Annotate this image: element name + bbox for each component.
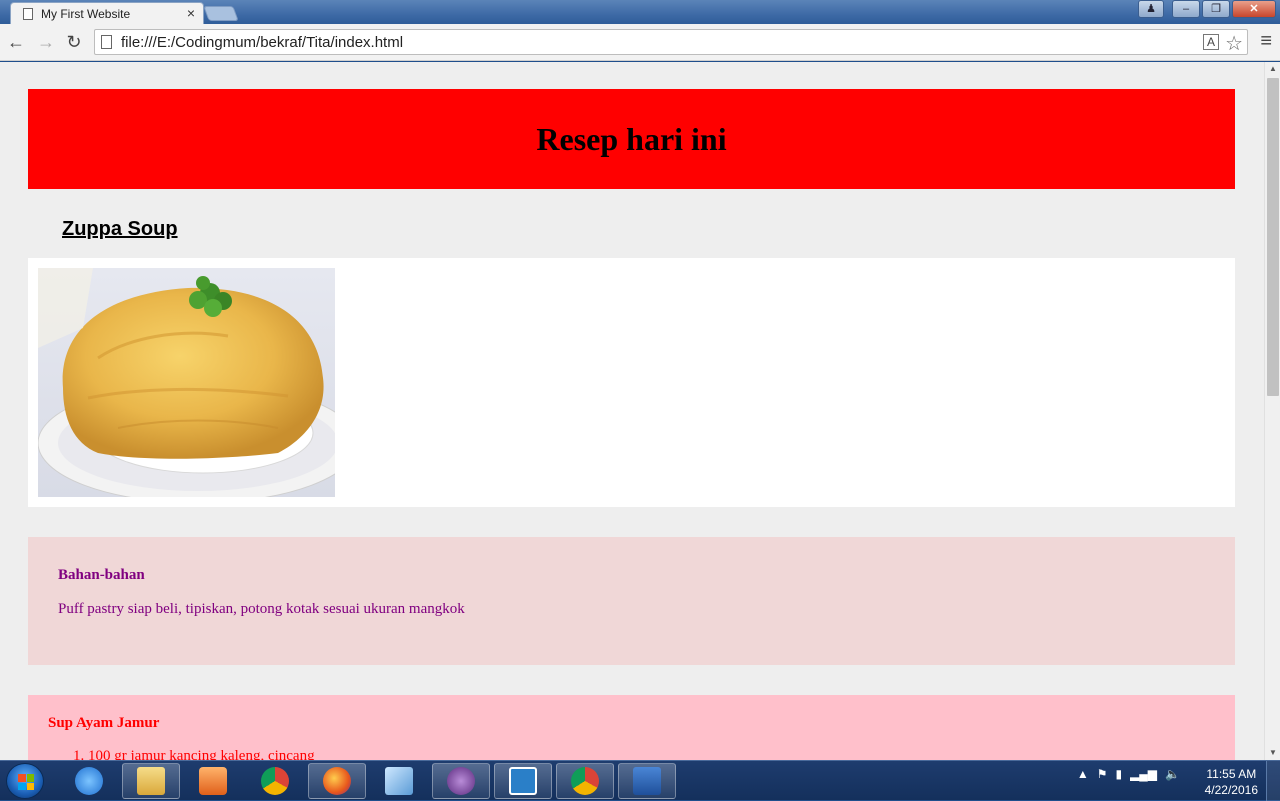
vertical-scrollbar[interactable]: ▲ ▼ xyxy=(1264,62,1280,760)
page-icon xyxy=(101,35,112,49)
list-item: 100 gr jamur kancing kaleng, cincang xyxy=(88,748,315,760)
sup-ayam-list: 100 gr jamur kancing kaleng, cincang xyxy=(68,748,315,760)
bracket-app-icon[interactable] xyxy=(494,763,552,799)
tab-title: My First Website xyxy=(41,7,131,21)
word-icon[interactable] xyxy=(618,763,676,799)
ingredients-text: Puff pastry siap beli, tipiskan, potong … xyxy=(58,601,465,617)
windows-taskbar: ▲ ⚑ ▮ ▂▄▆ 🔈 11:55 AM 4/22/2016 xyxy=(0,760,1280,801)
system-clock[interactable]: 11:55 AM 4/22/2016 xyxy=(1205,766,1258,798)
new-tab-button[interactable] xyxy=(203,6,239,21)
firefox-icon[interactable] xyxy=(308,763,366,799)
close-tab-icon[interactable]: × xyxy=(187,5,195,21)
scroll-down-arrow-icon[interactable]: ▼ xyxy=(1265,746,1280,760)
maximize-button[interactable]: ❐ xyxy=(1202,0,1230,18)
power-icon[interactable]: ▮ xyxy=(1115,767,1122,781)
page-header: Resep hari ini xyxy=(28,89,1235,189)
clock-date: 4/22/2016 xyxy=(1204,783,1258,797)
browser-toolbar: ← → ↻ file:///E:/Codingmum/bekraf/Tita/i… xyxy=(0,24,1280,61)
clock-time: 11:55 AM xyxy=(1206,767,1257,781)
reload-button[interactable]: ↻ xyxy=(64,32,84,52)
show-hidden-icons-icon[interactable]: ▲ xyxy=(1077,767,1089,781)
image-container xyxy=(28,258,1235,507)
zuppa-soup-image xyxy=(38,268,335,497)
chrome-icon[interactable] xyxy=(246,763,304,799)
user-icon[interactable]: ♟ xyxy=(1138,0,1164,18)
page-viewport: Resep hari ini Zuppa Soup Bahan-bahan Pu… xyxy=(0,62,1264,760)
menu-icon[interactable]: ≡ xyxy=(1260,30,1272,53)
translate-icon[interactable]: A xyxy=(1203,34,1219,50)
browser-tab[interactable]: My First Website × xyxy=(10,2,204,26)
internet-explorer-icon[interactable] xyxy=(60,763,118,799)
show-desktop-button[interactable] xyxy=(1266,761,1280,801)
ingredients-heading: Bahan-bahan xyxy=(58,567,145,583)
chrome-active-icon[interactable] xyxy=(556,763,614,799)
sup-ayam-section: Sup Ayam Jamur 100 gr jamur kancing kale… xyxy=(28,695,1235,760)
window-titlebar: My First Website × ♟ – ❐ ✕ xyxy=(0,0,1280,26)
sup-ayam-heading: Sup Ayam Jamur xyxy=(48,715,160,731)
volume-muted-icon[interactable]: 🔈 xyxy=(1165,767,1180,781)
url-text[interactable]: file:///E:/Codingmum/bekraf/Tita/index.h… xyxy=(121,34,403,51)
back-button[interactable]: ← xyxy=(6,32,26,52)
windows-logo-icon xyxy=(18,774,34,790)
minimize-button[interactable]: – xyxy=(1172,0,1200,18)
file-explorer-icon[interactable] xyxy=(122,763,180,799)
ingredients-section: Bahan-bahan Puff pastry siap beli, tipis… xyxy=(28,537,1235,665)
network-icon[interactable]: ▂▄▆ xyxy=(1130,767,1157,781)
media-player-icon[interactable] xyxy=(184,763,242,799)
bookmark-star-icon[interactable]: ☆ xyxy=(1225,31,1243,56)
scrollbar-thumb[interactable] xyxy=(1267,78,1279,396)
scroll-up-arrow-icon[interactable]: ▲ xyxy=(1265,62,1280,76)
cat-app-icon[interactable] xyxy=(432,763,490,799)
address-bar[interactable]: file:///E:/Codingmum/bekraf/Tita/index.h… xyxy=(94,29,1248,55)
recipe-title: Zuppa Soup xyxy=(62,218,178,240)
page-icon xyxy=(23,8,33,20)
page-title: Resep hari ini xyxy=(536,121,727,157)
window-controls: ♟ – ❐ ✕ xyxy=(1138,0,1276,18)
forward-button[interactable]: → xyxy=(36,32,56,52)
action-center-flag-icon[interactable]: ⚑ xyxy=(1097,767,1108,781)
start-button[interactable] xyxy=(6,763,44,799)
system-tray: ▲ ⚑ ▮ ▂▄▆ 🔈 xyxy=(1077,767,1180,781)
close-window-button[interactable]: ✕ xyxy=(1232,0,1276,18)
notes-icon[interactable] xyxy=(370,763,428,799)
